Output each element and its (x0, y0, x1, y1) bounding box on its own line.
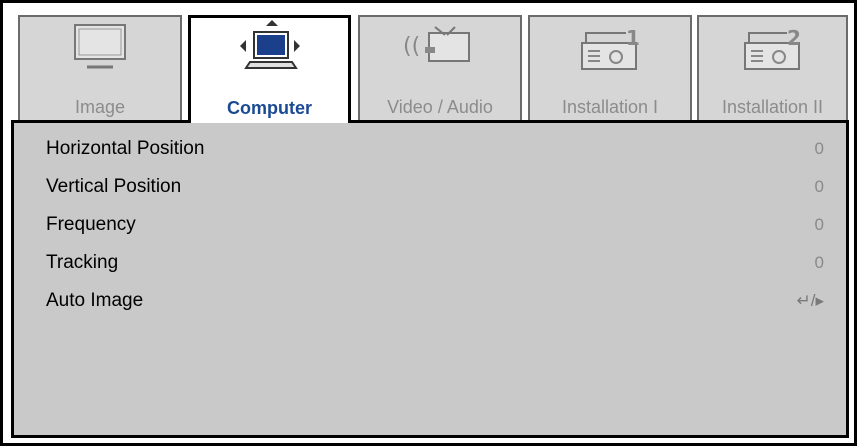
tab-video-audio[interactable]: (( Video / Audio (358, 15, 522, 123)
monitor-icon (20, 17, 180, 91)
tab-installation-2-label: Installation II (721, 97, 824, 117)
tab-installation-1[interactable]: 1 Installation I (528, 15, 692, 123)
menu-item-label: Vertical Position (46, 176, 182, 197)
svg-text:1: 1 (626, 26, 640, 50)
svg-text:((: (( (403, 34, 420, 59)
menu-item-value: 0 (814, 215, 824, 234)
menu-item-auto-image[interactable]: Auto Image ↵/▸ (14, 287, 846, 317)
laptop-icon (191, 18, 348, 92)
tab-computer[interactable]: Computer (188, 15, 351, 123)
menu-item-vertical-position[interactable]: Vertical Position 0 (14, 173, 846, 203)
menu-item-value: 0 (814, 139, 824, 158)
settings-panel: Horizontal Position 0 Vertical Position … (11, 120, 849, 438)
projector-2-icon: 2 (699, 17, 846, 91)
svg-text:2: 2 (787, 26, 801, 50)
tab-video-audio-label: Video / Audio (387, 97, 493, 117)
menu-item-label: Horizontal Position (46, 138, 205, 159)
menu-item-value: 0 (814, 253, 824, 272)
video-audio-icon: (( (360, 17, 520, 91)
menu-item-value: 0 (814, 177, 824, 196)
projector-1-icon: 1 (530, 17, 690, 91)
enter-icon: ↵/▸ (796, 291, 824, 310)
tab-installation-1-label: Installation I (561, 97, 659, 117)
menu-item-label: Tracking (46, 252, 119, 273)
menu-item-frequency[interactable]: Frequency 0 (14, 211, 846, 241)
menu-item-label: Frequency (46, 214, 136, 235)
tab-computer-label: Computer (227, 98, 312, 118)
tab-image-label: Image (74, 97, 126, 117)
menu-item-horizontal-position[interactable]: Horizontal Position 0 (14, 135, 846, 165)
tab-installation-2[interactable]: 2 Installation II (697, 15, 848, 123)
menu-item-tracking[interactable]: Tracking 0 (14, 249, 846, 279)
tab-image[interactable]: Image (18, 15, 182, 123)
menu-item-label: Auto Image (46, 290, 144, 311)
osd-menu: Image Computer (( Video / Audio 1 Instal… (0, 0, 857, 446)
